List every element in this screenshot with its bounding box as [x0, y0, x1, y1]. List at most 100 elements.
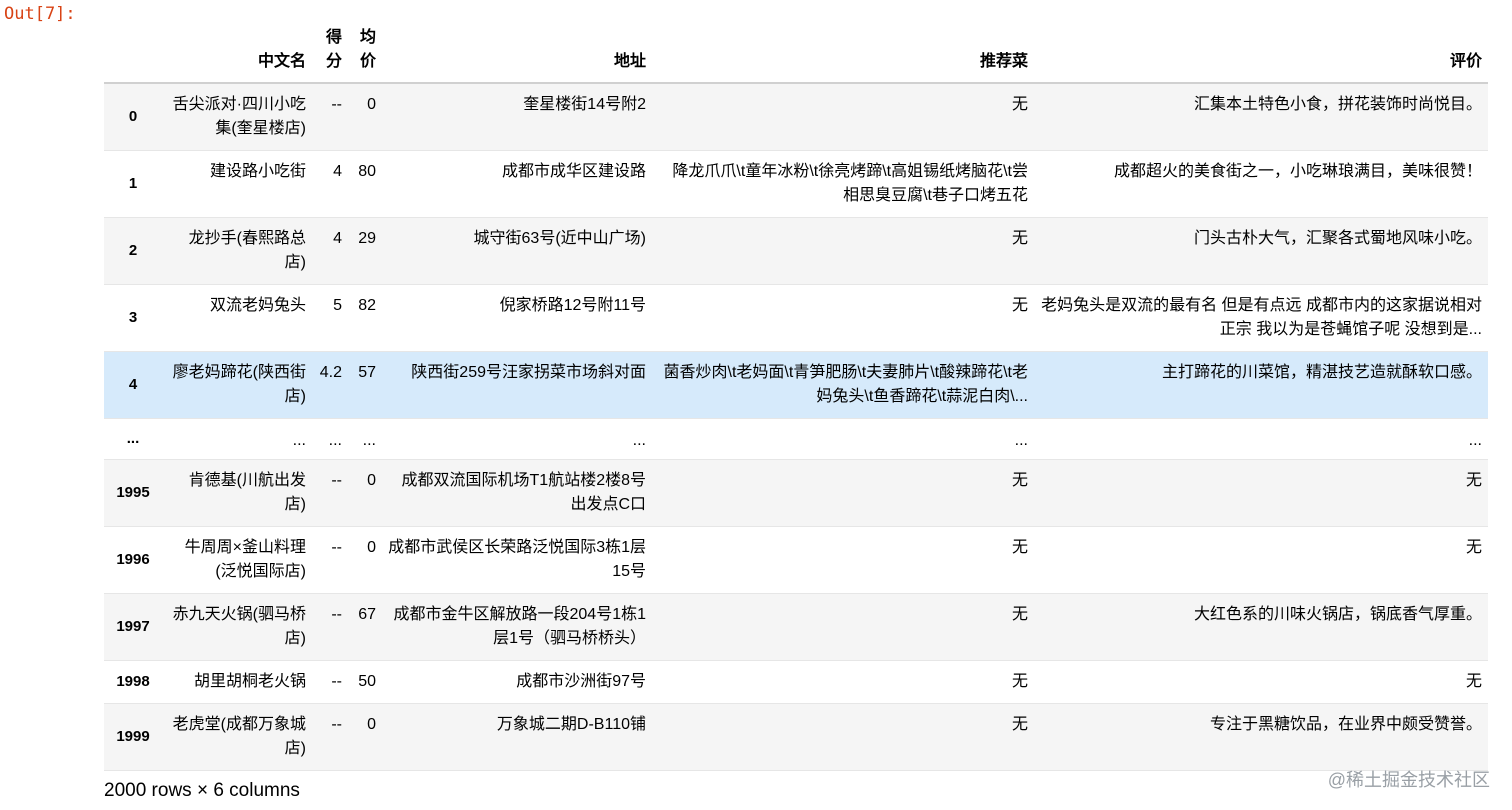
cell-review: 无	[1465, 673, 1482, 690]
header-row: 中文名 得分 均价 地址 推荐菜 评价	[104, 22, 1488, 84]
row-index: 1995	[116, 484, 150, 501]
cell-review: 汇集本土特色小食，拼花装饰时尚悦目。	[1193, 96, 1482, 113]
table-row: 1 建设路小吃街 4 80 成都市成华区建设路 降龙爪爪\t童年冰粉\t徐亮烤蹄…	[104, 150, 1488, 218]
cell-recommended-dishes: 无	[1011, 539, 1028, 556]
cell-avg-price: 0	[367, 96, 376, 113]
table-row: 1998 胡里胡桐老火锅 -- 50 成都市沙洲街97号 无 无	[104, 660, 1488, 704]
cell-score: --	[331, 606, 342, 623]
column-header-score: 得分	[312, 22, 346, 84]
row-index: 1998	[116, 673, 150, 690]
cell-address: 成都市武侯区长荣路泛悦国际3栋1层15号	[388, 539, 646, 580]
row-index: 2	[128, 242, 138, 259]
table-row: 0 舌尖派对·四川小吃集(奎星楼店) -- 0 奎星楼街14号附2 无 汇集本土…	[104, 83, 1488, 151]
table-row: 2 龙抄手(春熙路总店) 4 29 城守街63号(近中山广场) 无 门头古朴大气…	[104, 217, 1488, 285]
cell-review: 大红色系的川味火锅店，锅底香气厚重。	[1193, 606, 1482, 623]
cell-avg-price: 80	[358, 163, 376, 180]
cell-review: 门头古朴大气，汇聚各式蜀地风味小吃。	[1193, 230, 1482, 247]
table-row: 1997 赤九天火锅(驷马桥店) -- 67 成都市金牛区解放路一段204号1栋…	[104, 593, 1488, 661]
cell-name: 龙抄手(春熙路总店)	[188, 230, 306, 271]
cell-avg-price: 0	[367, 472, 376, 489]
cell-address: 成都市金牛区解放路一段204号1栋1层1号（驷马桥桥头）	[393, 606, 647, 647]
cell-recommended-dishes: 无	[1011, 673, 1028, 690]
row-index: 1996	[116, 551, 150, 568]
cell-recommended-dishes: 菌香炒肉\t老妈面\t青笋肥肠\t夫妻肺片\t酸辣蹄花\t老妈兔头\t鱼香蹄花\…	[663, 364, 1028, 405]
row-index: ...	[126, 430, 140, 447]
cell-address: 奎星楼街14号附2	[523, 96, 646, 113]
cell-recommended-dishes: 降龙爪爪\t童年冰粉\t徐亮烤蹄\t高姐锡纸烤脑花\t尝相思臭豆腐\t巷子口烤五…	[672, 163, 1028, 204]
cell-avg-price: ...	[362, 432, 376, 449]
cell-address: 万象城二期D-B110铺	[496, 716, 646, 733]
cell-avg-price: 82	[358, 297, 376, 314]
index-header	[104, 22, 162, 84]
column-header-review: 评价	[1034, 22, 1488, 84]
row-index: 4	[128, 376, 138, 393]
cell-score: --	[331, 673, 342, 690]
cell-address: 城守街63号(近中山广场)	[473, 230, 646, 247]
cell-score: 4.2	[319, 364, 342, 381]
cell-recommended-dishes: 无	[1011, 96, 1028, 113]
cell-address: 陕西街259号汪家拐菜市场斜对面	[411, 364, 646, 381]
cell-avg-price: 0	[367, 539, 376, 556]
table-row-ellipsis: ... ... ... ... ... ... ...	[104, 418, 1488, 460]
column-header-recommended-dishes: 推荐菜	[652, 22, 1034, 84]
cell-review: 主打蹄花的川菜馆，精湛技艺造就酥软口感。	[1161, 364, 1482, 381]
cell-review: 老妈兔头是双流的最有名 但是有点远 成都市内的这家据说相对正宗 我以为是苍蝇馆子…	[1041, 297, 1482, 338]
cell-review: 成都超火的美食街之一，小吃琳琅满目，美味很赞！	[1113, 163, 1482, 180]
dataframe-table: 中文名 得分 均价 地址 推荐菜 评价 0 舌尖派对·四川小吃集(奎星楼店) -…	[104, 22, 1488, 771]
row-index: 0	[128, 108, 138, 125]
column-header-avg-price: 均价	[346, 22, 380, 84]
column-header-name: 中文名	[162, 22, 312, 84]
cell-avg-price: 67	[358, 606, 376, 623]
cell-score: --	[331, 716, 342, 733]
cell-recommended-dishes: 无	[1011, 297, 1028, 314]
dataframe-output: 中文名 得分 均价 地址 推荐菜 评价 0 舌尖派对·四川小吃集(奎星楼店) -…	[104, 22, 1488, 771]
table-row-hovered: 4 廖老妈蹄花(陕西街店) 4.2 57 陕西街259号汪家拐菜市场斜对面 菌香…	[104, 351, 1488, 419]
cell-recommended-dishes: 无	[1011, 606, 1028, 623]
cell-name: 双流老妈兔头	[209, 297, 306, 314]
cell-recommended-dishes: 无	[1011, 472, 1028, 489]
cell-name: 牛周周×釜山料理(泛悦国际店)	[184, 539, 306, 580]
cell-address: 成都市成华区建设路	[501, 163, 646, 180]
cell-score: ...	[328, 432, 342, 449]
cell-name: ...	[292, 432, 306, 449]
cell-score: --	[331, 539, 342, 556]
cell-name: 肯德基(川航出发店)	[188, 472, 306, 513]
cell-score: --	[331, 472, 342, 489]
column-header-address: 地址	[380, 22, 652, 84]
cell-review: 专注于黑糖饮品，在业界中颇受赞誉。	[1209, 716, 1482, 733]
cell-score: 4	[333, 230, 342, 247]
cell-avg-price: 50	[358, 673, 376, 690]
cell-avg-price: 57	[358, 364, 376, 381]
dataframe-shape-info: 2000 rows × 6 columns	[104, 780, 300, 801]
cell-avg-price: 29	[358, 230, 376, 247]
table-row: 1999 老虎堂(成都万象城店) -- 0 万象城二期D-B110铺 无 专注于…	[104, 703, 1488, 771]
cell-review: ...	[1468, 432, 1482, 449]
row-index: 1997	[116, 618, 150, 635]
cell-recommended-dishes: 无	[1011, 716, 1028, 733]
cell-address: 成都双流国际机场T1航站楼2楼8号出发点C口	[401, 472, 646, 513]
output-prompt: Out[7]:	[4, 4, 76, 24]
cell-name: 廖老妈蹄花(陕西街店)	[172, 364, 306, 405]
cell-recommended-dishes: ...	[1014, 432, 1028, 449]
table-row: 3 双流老妈兔头 5 82 倪家桥路12号附11号 无 老妈兔头是双流的最有名 …	[104, 284, 1488, 352]
cell-name: 胡里胡桐老火锅	[193, 673, 306, 690]
row-index: 1999	[116, 728, 150, 745]
cell-address: 成都市沙洲街97号	[516, 673, 646, 690]
cell-score: --	[331, 96, 342, 113]
cell-score: 4	[333, 163, 342, 180]
row-index: 3	[128, 309, 138, 326]
cell-name: 赤九天火锅(驷马桥店)	[172, 606, 306, 647]
cell-recommended-dishes: 无	[1011, 230, 1028, 247]
cell-address: 倪家桥路12号附11号	[499, 297, 646, 314]
site-watermark: @稀土掘金技术社区	[1327, 770, 1490, 790]
cell-review: 无	[1465, 539, 1482, 556]
cell-review: 无	[1465, 472, 1482, 489]
cell-avg-price: 0	[367, 716, 376, 733]
row-index: 1	[128, 175, 138, 192]
cell-name: 老虎堂(成都万象城店)	[172, 716, 306, 757]
cell-score: 5	[333, 297, 342, 314]
cell-address: ...	[632, 432, 646, 449]
cell-name: 舌尖派对·四川小吃集(奎星楼店)	[172, 96, 306, 137]
table-row: 1996 牛周周×釜山料理(泛悦国际店) -- 0 成都市武侯区长荣路泛悦国际3…	[104, 526, 1488, 594]
table-row: 1995 肯德基(川航出发店) -- 0 成都双流国际机场T1航站楼2楼8号出发…	[104, 459, 1488, 527]
